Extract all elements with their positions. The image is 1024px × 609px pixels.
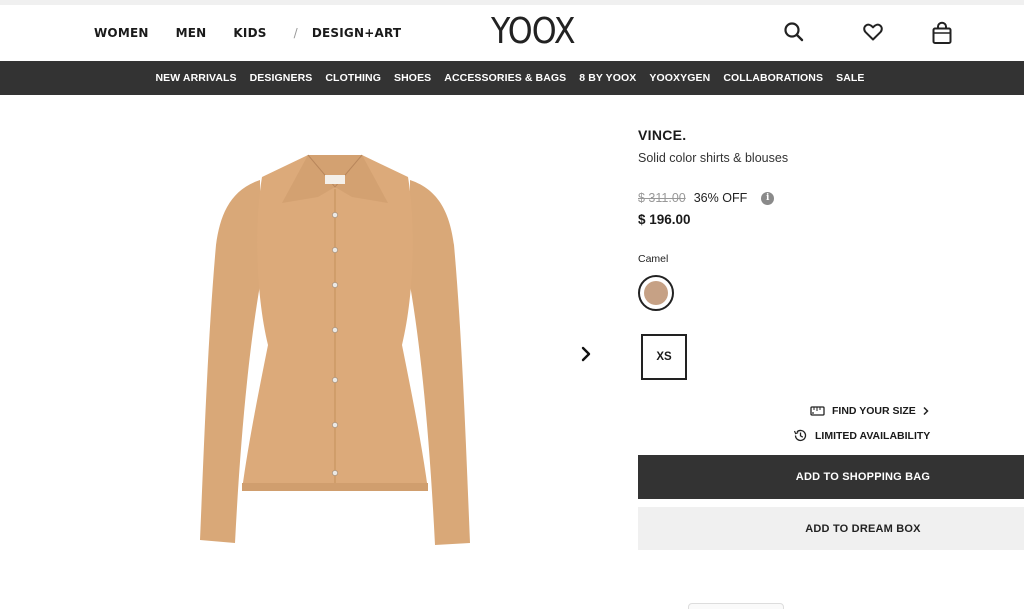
nav-separator: / <box>293 26 298 40</box>
cat-shoes[interactable]: SHOES <box>394 72 431 84</box>
yoox-logo[interactable]: YOOX <box>491 11 576 52</box>
nav-kids[interactable]: KIDS <box>233 26 266 40</box>
shopping-bag-icon[interactable] <box>931 21 957 47</box>
cat-8-by-yoox[interactable]: 8 BY YOOX <box>579 72 636 84</box>
limited-availability-label: LIMITED AVAILABILITY <box>815 429 931 442</box>
history-clock-icon <box>793 429 807 442</box>
color-swatch-camel[interactable] <box>638 275 674 311</box>
add-to-dream-box-button[interactable]: ADD TO DREAM BOX <box>638 507 1024 550</box>
discount-badge: 36% OFF <box>693 191 748 205</box>
info-icon[interactable]: i <box>761 191 775 205</box>
color-label: Camel <box>638 253 669 265</box>
chevron-right-icon <box>923 406 929 415</box>
next-image-chevron-icon[interactable] <box>577 345 595 363</box>
cat-yooxygen[interactable]: YOOXYGEN <box>649 72 710 84</box>
price-row: $ 311.00 36% OFF i <box>638 191 775 205</box>
cat-designers[interactable]: DESIGNERS <box>250 72 313 84</box>
limited-availability: LIMITED AVAILABILITY <box>793 428 930 443</box>
heart-icon[interactable] <box>862 21 888 47</box>
product-subtitle: Solid color shirts & blouses <box>638 151 789 165</box>
swatch-dot <box>644 281 668 305</box>
find-your-size-link[interactable]: FIND YOUR SIZE <box>810 404 931 417</box>
top-header: WOMEN MEN KIDS / DESIGN+ART YOOX <box>0 0 1024 61</box>
search-icon[interactable] <box>783 21 809 47</box>
current-price: $ 196.00 <box>638 212 691 227</box>
nav-women[interactable]: WOMEN <box>94 26 149 41</box>
cat-collaborations[interactable]: COLLABORATIONS <box>723 72 823 84</box>
cat-clothing[interactable]: CLOTHING <box>325 72 381 84</box>
product-gallery <box>0 95 620 609</box>
size-option-xs[interactable]: XS <box>641 334 687 380</box>
product-brand[interactable]: VINCE. <box>638 127 686 143</box>
nav-design-art[interactable]: DESIGN+ART <box>312 26 401 40</box>
find-your-size-label: FIND YOUR SIZE <box>832 404 916 417</box>
add-to-shopping-bag-button[interactable]: ADD TO SHOPPING BAG <box>638 455 1024 499</box>
cat-accessories-bags[interactable]: ACCESSORIES & BAGS <box>444 72 566 84</box>
cat-new-arrivals[interactable]: NEW ARRIVALS <box>156 72 237 84</box>
bottom-widget-edge <box>688 603 784 609</box>
category-nav: NEW ARRIVALS DESIGNERS CLOTHING SHOES AC… <box>0 61 1024 95</box>
product-image[interactable] <box>190 145 480 559</box>
ruler-icon <box>810 406 825 416</box>
nav-men[interactable]: MEN <box>176 26 207 40</box>
old-price: $ 311.00 <box>638 191 686 205</box>
cat-sale[interactable]: SALE <box>836 72 864 84</box>
gender-nav: WOMEN MEN KIDS / DESIGN+ART <box>94 26 428 41</box>
